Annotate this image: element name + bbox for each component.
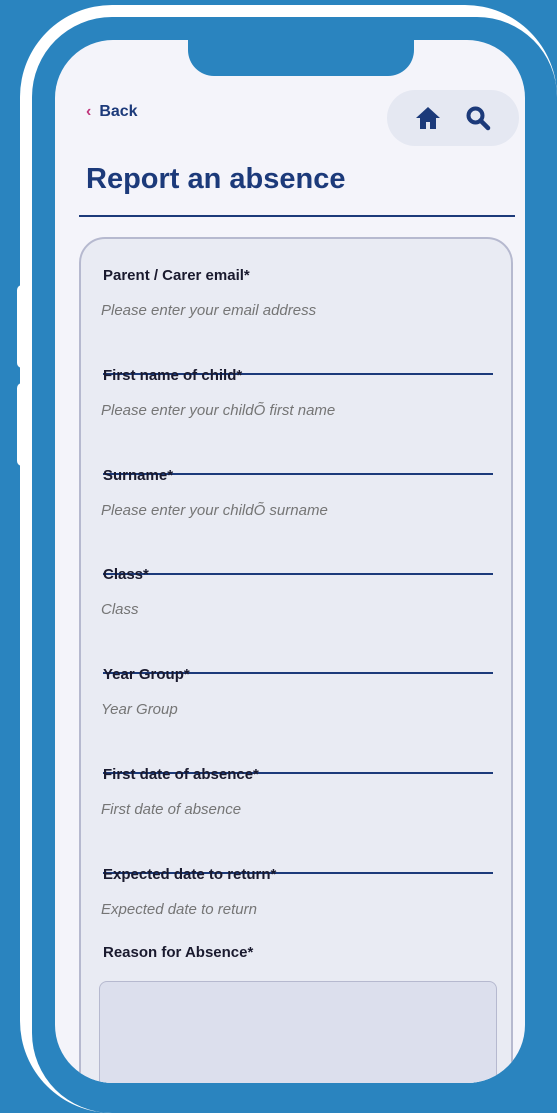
- form-field-parent-email: Parent / Carer email*: [101, 267, 495, 375]
- form-field-reason: Reason for Absence*: [103, 944, 495, 961]
- first-name-input[interactable]: [101, 402, 493, 419]
- nav-actions: [387, 90, 519, 146]
- field-label: Expected date to return*: [103, 866, 277, 883]
- phone-notch: [188, 40, 414, 76]
- phone-screen: ‹ Back Report an absence Parent / Carer …: [55, 40, 525, 1083]
- field-label: Class*: [103, 566, 149, 583]
- email-input[interactable]: [101, 302, 493, 319]
- volume-up-button: [17, 285, 27, 368]
- form-field-first-name: First name of child*: [101, 367, 495, 475]
- field-label: Parent / Carer email*: [103, 267, 250, 284]
- surname-input[interactable]: [101, 502, 493, 519]
- reason-textarea[interactable]: [99, 981, 497, 1083]
- home-icon[interactable]: [413, 103, 443, 133]
- back-link[interactable]: ‹ Back: [86, 103, 138, 121]
- year-group-input[interactable]: [101, 701, 493, 718]
- field-label: Reason for Absence*: [103, 944, 254, 961]
- search-icon[interactable]: [463, 103, 493, 133]
- chevron-left-icon: ‹: [86, 103, 92, 120]
- form-field-first-date: First date of absence*: [101, 766, 495, 874]
- class-input[interactable]: [101, 601, 493, 618]
- title-divider: [79, 215, 515, 217]
- page-title: Report an absence: [86, 163, 346, 195]
- form-field-return-date: Expected date to return*: [101, 866, 495, 919]
- absence-form: Parent / Carer email* First name of chil…: [79, 237, 513, 1083]
- field-label: First name of child*: [103, 367, 243, 384]
- field-label: Surname*: [103, 467, 174, 484]
- field-label: First date of absence*: [103, 766, 259, 783]
- volume-down-button: [17, 383, 27, 466]
- field-label: Year Group*: [103, 666, 190, 683]
- back-label: Back: [99, 103, 138, 120]
- form-field-year-group: Year Group*: [101, 666, 495, 774]
- form-field-class: Class*: [101, 566, 495, 674]
- return-date-input[interactable]: [101, 901, 493, 918]
- form-field-surname: Surname*: [101, 467, 495, 575]
- first-date-input[interactable]: [101, 801, 493, 818]
